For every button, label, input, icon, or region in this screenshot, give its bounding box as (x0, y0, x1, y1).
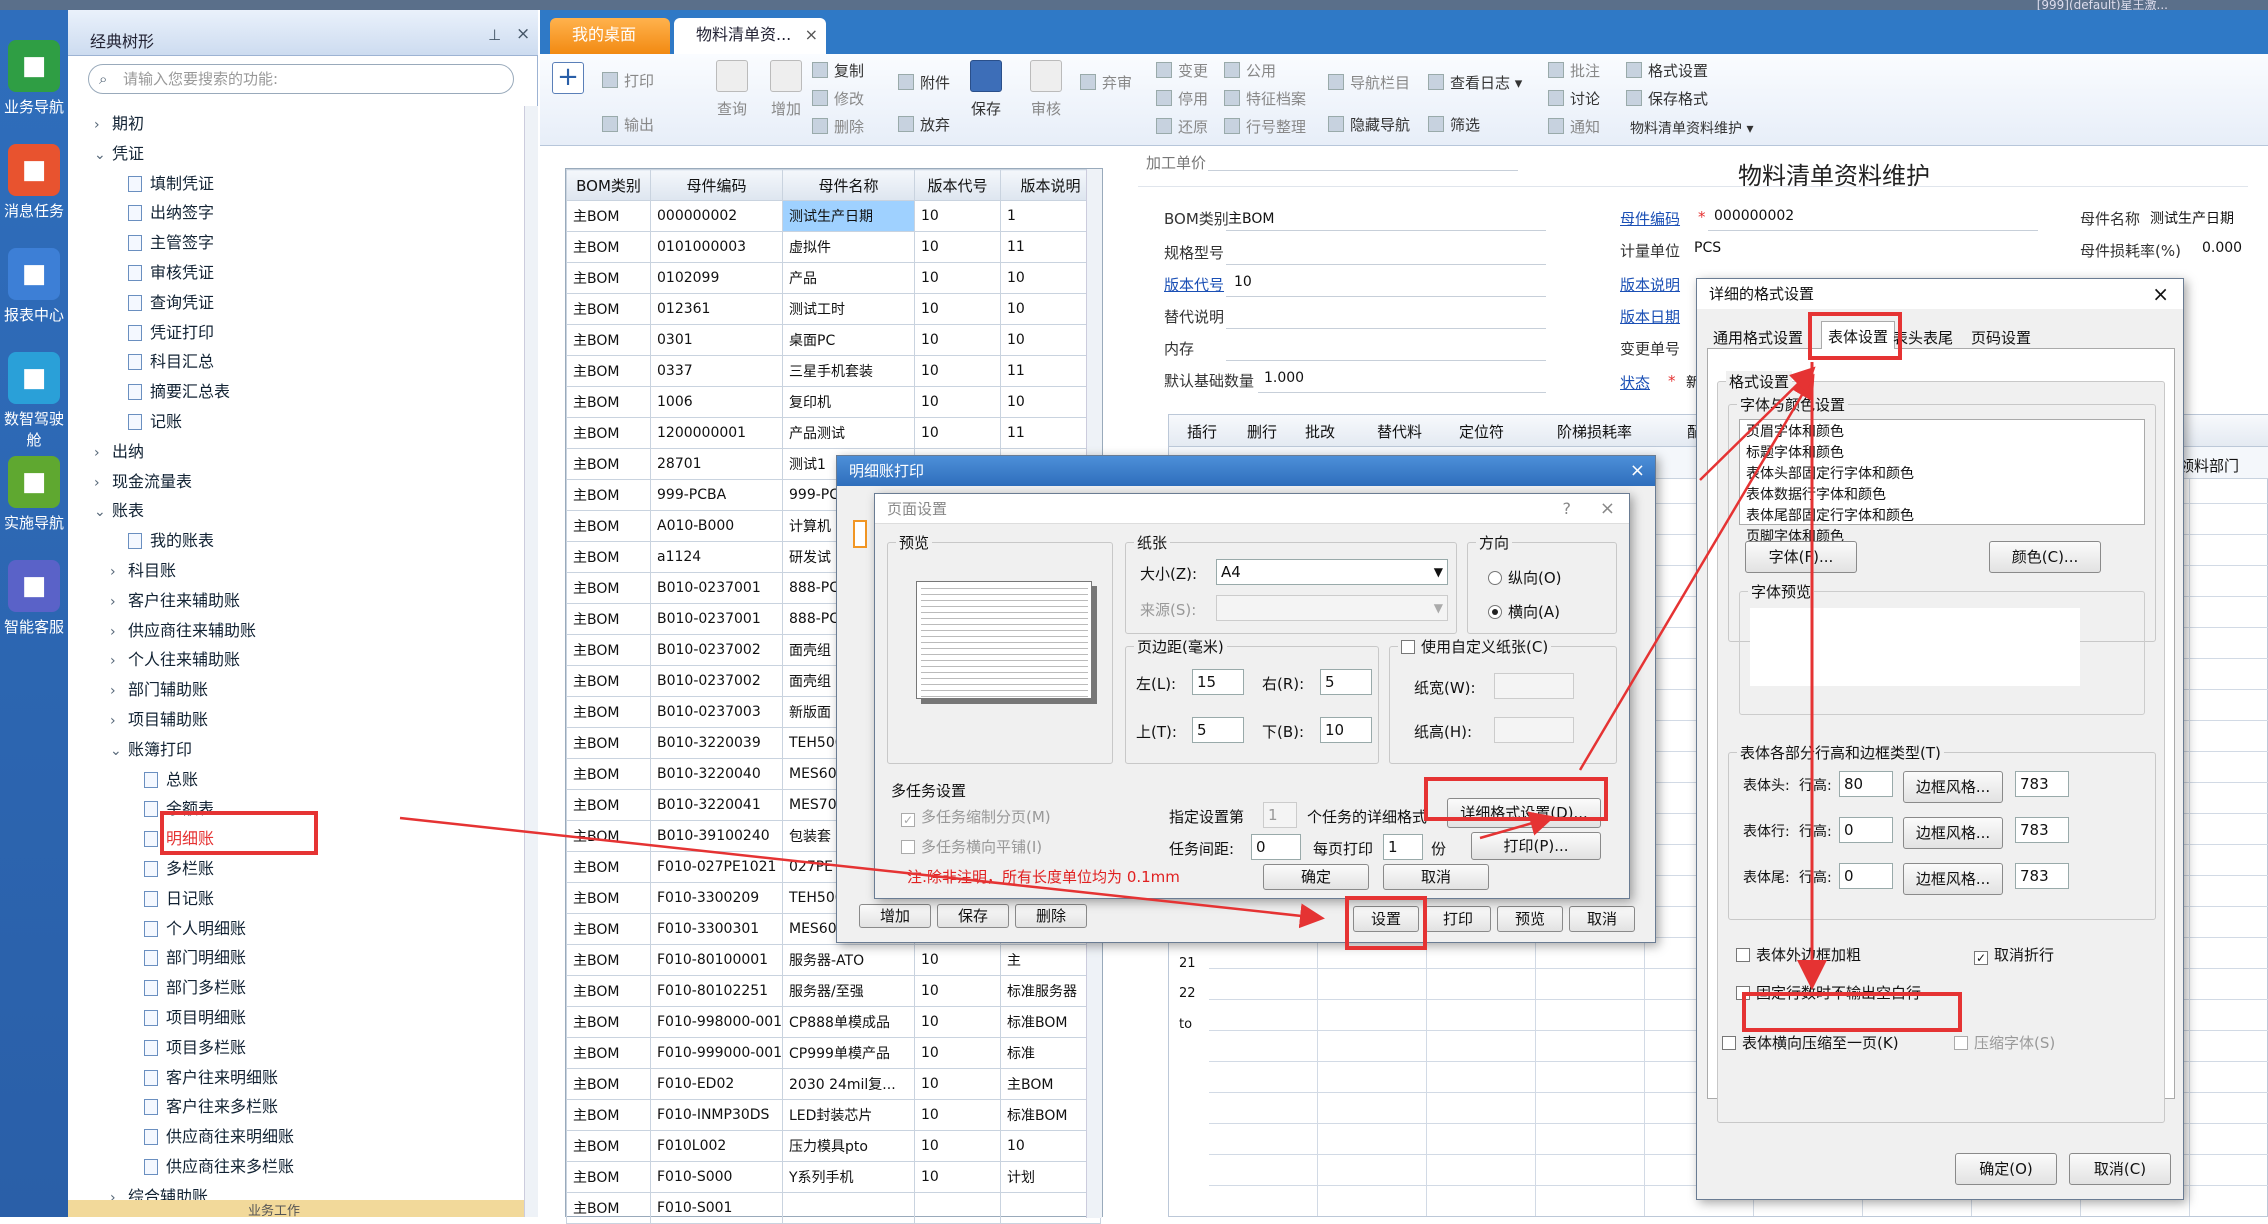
arrow-detail-to-tab-2 (1699, 366, 1816, 481)
annotation-arrows (399, 362, 1827, 990)
arrow-detail-to-tab (1578, 373, 1815, 771)
arrow-ledger-to-settings (399, 816, 1325, 929)
arrow-settings-to-detail (1479, 811, 1555, 840)
